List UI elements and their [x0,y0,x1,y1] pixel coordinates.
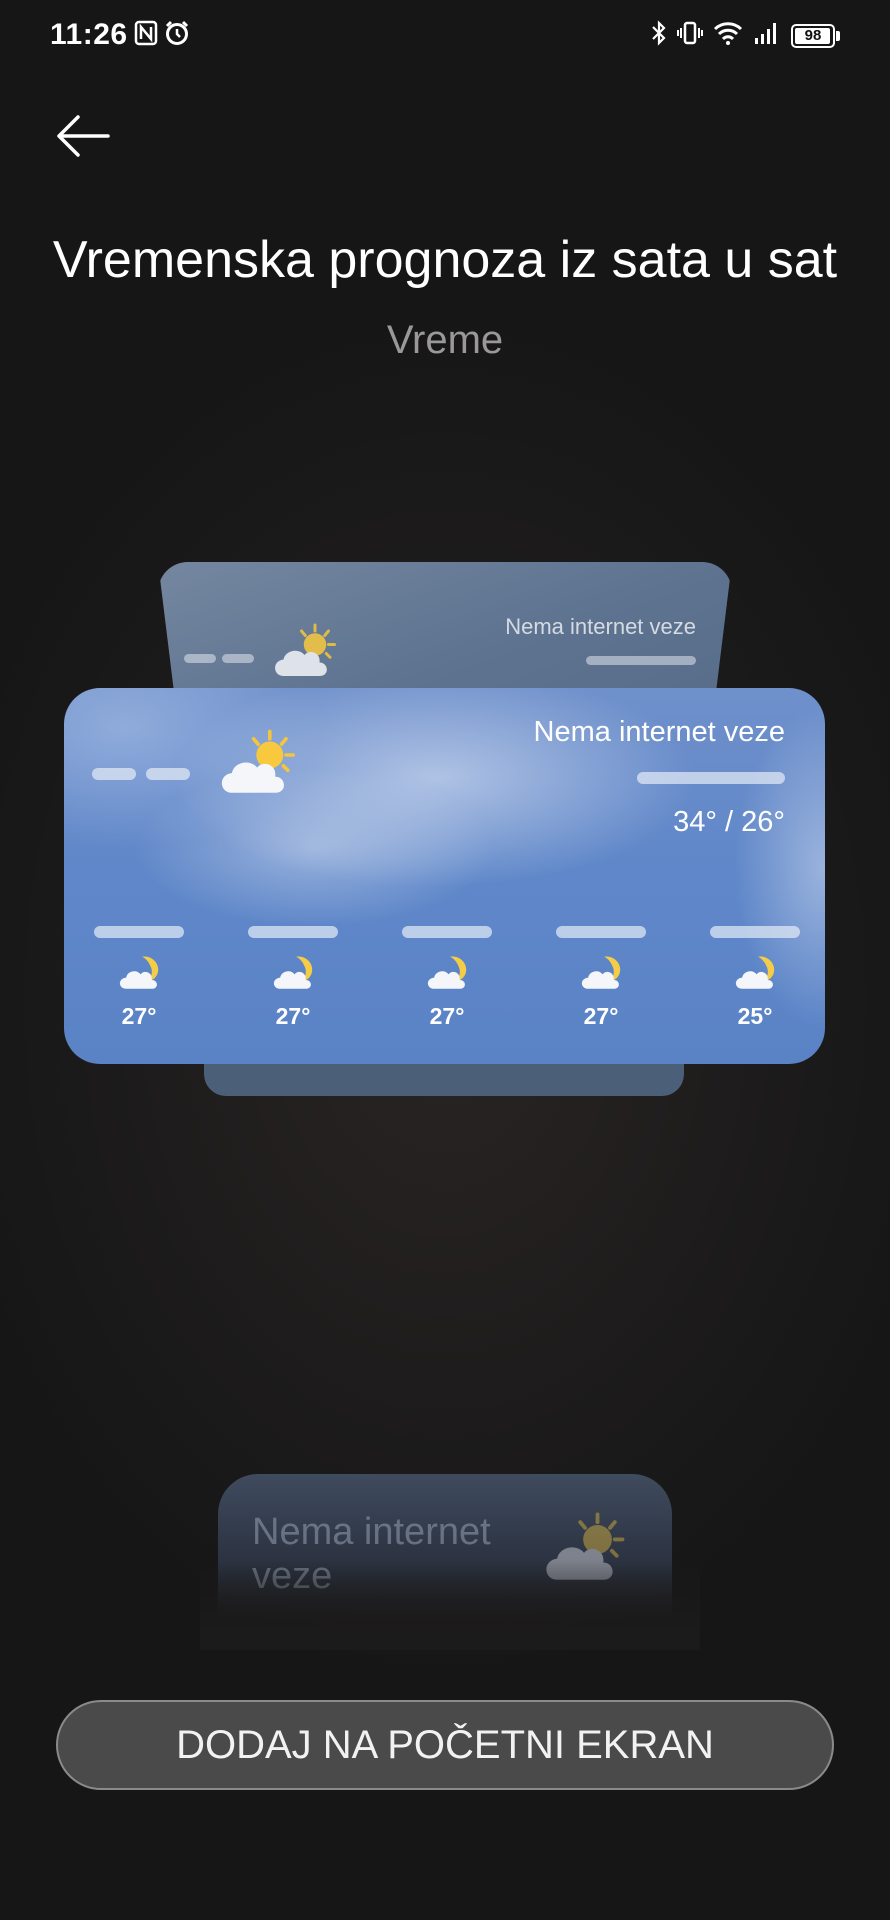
hourly-temp: 27° [275,1003,311,1029]
hourly-item: 25° [700,926,810,1030]
page-title: Vremenska prognoza iz sata u sat [52,231,838,289]
hourly-temp: 27° [429,1003,465,1029]
vibrate-icon [677,20,703,51]
battery-level: 98 [804,26,822,44]
partly-cloudy-sun-icon [214,728,304,800]
hourly-temp: 27° [121,1003,157,1029]
bluetooth-icon [651,20,667,51]
partly-cloudy-sun-icon [268,622,344,682]
back-button[interactable] [52,108,116,164]
hourly-item: 27° [546,926,656,1030]
hourly-item: 27° [238,926,348,1030]
hourly-item: 27° [392,926,502,1030]
widget-preview-main[interactable]: Nema internet veze 34° / 26° 27° 27° 27°… [64,688,825,1064]
widget-main-status: Nema internet veze [533,716,785,748]
cloudy-night-moon-icon [423,950,471,994]
signal-icon [753,20,781,51]
cloudy-night-moon-icon [269,950,317,994]
fade-overlay [200,1560,700,1650]
cloudy-night-moon-icon [577,950,625,994]
hourly-temp: 27° [583,1003,619,1029]
hourly-item: 27° [84,926,194,1030]
widget-main-temps: 34° / 26° [673,806,785,838]
battery-icon: 98 [791,23,840,48]
page-subtitle: Vreme [386,318,504,362]
status-left-icons [134,20,190,51]
cloudy-night-moon-icon [115,950,163,994]
nfc-icon [134,20,158,51]
widget-preview-back[interactable]: Nema internet veze [158,562,732,702]
cloudy-night-moon-icon [731,950,779,994]
alarm-icon [164,20,190,51]
hourly-temp: 25° [737,1003,773,1029]
wifi-icon [713,20,743,51]
back-arrow-icon [57,115,110,157]
status-bar: 11:26 98 [0,0,890,72]
widget-back-status: Nema internet veze [505,614,696,639]
status-right-icons: 98 [651,20,840,51]
status-time: 11:26 [50,18,128,51]
add-to-home-screen-button[interactable]: DODAJ NA POČETNI EKRAN [56,1700,834,1790]
